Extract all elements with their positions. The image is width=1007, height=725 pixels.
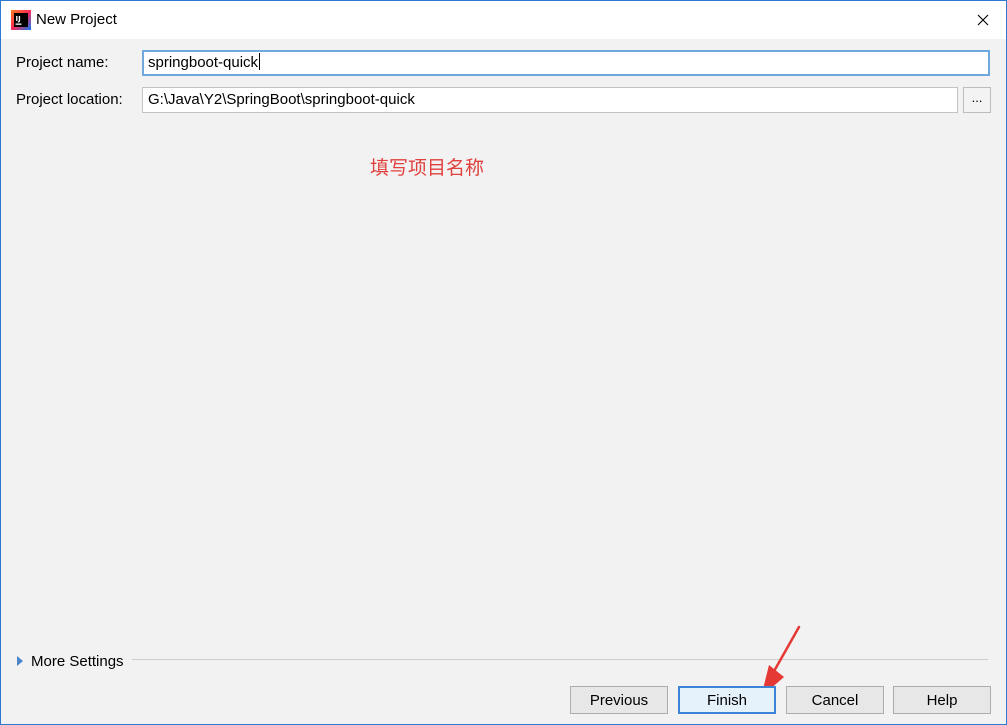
previous-button[interactable]: Previous xyxy=(570,686,668,714)
separator xyxy=(132,659,988,660)
project-name-label: Project name: xyxy=(16,54,109,71)
more-settings-label: More Settings xyxy=(31,652,124,670)
window-title: New Project xyxy=(36,11,117,28)
text-caret xyxy=(259,53,261,70)
help-button[interactable]: Help xyxy=(893,686,991,714)
close-icon xyxy=(977,14,989,26)
intellij-idea-icon: IJ xyxy=(11,10,31,30)
close-button[interactable] xyxy=(960,1,1006,39)
svg-text:IJ: IJ xyxy=(16,15,21,23)
browse-button[interactable]: ... xyxy=(963,87,991,113)
cancel-button[interactable]: Cancel xyxy=(786,686,884,714)
dialog-content: Project name: springboot-quick Project l… xyxy=(1,39,1006,724)
finish-button[interactable]: Finish xyxy=(678,686,776,714)
project-name-input[interactable]: springboot-quick xyxy=(142,50,990,76)
more-settings-toggle[interactable]: More Settings xyxy=(17,651,124,671)
project-location-input[interactable]: G:\Java\Y2\SpringBoot\springboot-quick xyxy=(142,87,958,113)
project-location-value: G:\Java\Y2\SpringBoot\springboot-quick xyxy=(148,91,415,108)
title-bar: IJ New Project xyxy=(1,1,1006,39)
expand-triangle-icon xyxy=(17,656,23,666)
project-name-value: springboot-quick xyxy=(148,54,259,71)
project-location-label: Project location: xyxy=(16,91,123,108)
new-project-dialog: IJ New Project Project name: springboot-… xyxy=(0,0,1007,725)
annotation-text: 填写项目名称 xyxy=(370,157,485,179)
